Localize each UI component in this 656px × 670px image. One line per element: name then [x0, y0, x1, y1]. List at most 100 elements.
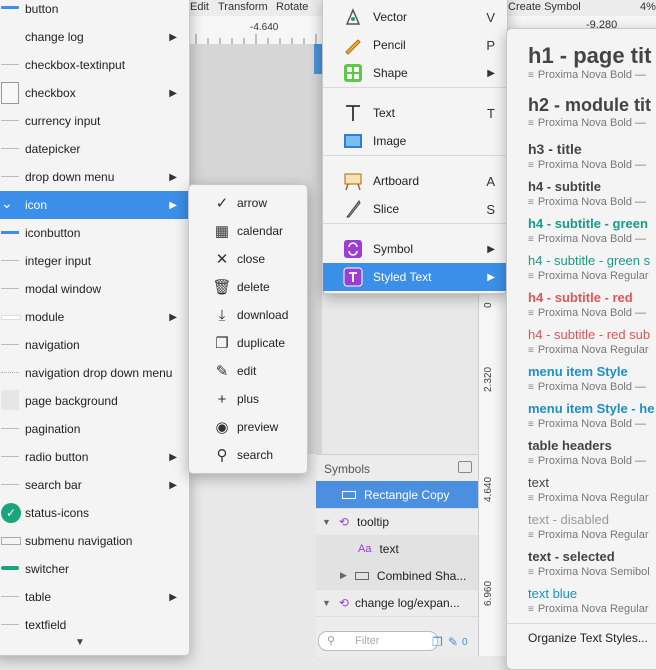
- icon-item-delete[interactable]: 🗑 delete: [189, 273, 307, 301]
- menu-item-label: download: [237, 308, 289, 322]
- edit-label[interactable]: Edit: [190, 1, 209, 13]
- copy-icon[interactable]: ❐: [432, 635, 443, 649]
- create-symbol-label[interactable]: Create Symbol: [508, 1, 581, 13]
- shortcut-key: ▶: [487, 271, 495, 283]
- text-style-item[interactable]: text blue ≡ Proxima Nova Regular: [507, 586, 656, 619]
- menu-item-status-icons[interactable]: ✓ status-icons: [0, 499, 189, 527]
- insert-item-text[interactable]: Text T: [323, 99, 507, 127]
- menu-item-checkbox[interactable]: checkbox ▶: [0, 79, 189, 107]
- menu-item-iconbutton[interactable]: iconbutton: [0, 219, 189, 247]
- styled-text-icon: [343, 267, 365, 287]
- text-style-item[interactable]: text - disabled ≡ Proxima Nova Regular: [507, 512, 656, 545]
- text-style-item[interactable]: h4 - subtitle ≡ Proxima Nova Bold —: [507, 179, 656, 212]
- align-left-icon: ≡: [528, 530, 534, 541]
- insert-item-artboard[interactable]: Artboard A: [323, 167, 507, 195]
- icon-item-calendar[interactable]: ▦ calendar: [189, 217, 307, 245]
- scroll-down-icon[interactable]: ▼: [75, 637, 85, 648]
- menu-item-label: textfield: [25, 618, 67, 632]
- insert-item-styled-text[interactable]: Styled Text ▶: [323, 263, 507, 291]
- text-style-item[interactable]: h4 - subtitle - green ≡ Proxima Nova Bold …: [507, 216, 656, 249]
- icon-item-duplicate[interactable]: ❐ duplicate: [189, 329, 307, 357]
- text-style-item[interactable]: h2 - module tit ≡ Proxima Nova Bold —: [507, 95, 656, 133]
- component-thumbnail: [1, 596, 19, 597]
- text-style-name: text - selected: [528, 549, 615, 564]
- transform-label[interactable]: Transform: [218, 1, 268, 13]
- text-style-item[interactable]: h4 - subtitle - red sub ≡ Proxima Nova Reg…: [507, 327, 656, 360]
- filter-field[interactable]: ⚲ Filter: [318, 631, 438, 651]
- text-style-item[interactable]: text - selected ≡ Proxima Nova Semibol: [507, 549, 656, 582]
- symbol-row[interactable]: Aa text: [316, 535, 478, 563]
- text-style-item[interactable]: menu item Style ≡ Proxima Nova Bold —: [507, 364, 656, 397]
- symbol-row[interactable]: ▼ ⟲ tooltip: [316, 508, 478, 536]
- text-style-item[interactable]: text ≡ Proxima Nova Regular: [507, 475, 656, 508]
- symbol-row-selected[interactable]: Rectangle Copy: [316, 481, 478, 509]
- text-style-item[interactable]: menu item Style - he ≡ Proxima Nova Bold —: [507, 401, 656, 434]
- icon-item-close[interactable]: ✕ close: [189, 245, 307, 273]
- organize-text-styles[interactable]: Organize Text Styles...: [528, 631, 648, 645]
- insert-item-vector[interactable]: Vector V: [323, 3, 507, 31]
- menu-item-label: pagination: [25, 422, 81, 436]
- text-style-meta: ≡ Proxima Nova Bold —: [528, 69, 646, 81]
- pencil-icon[interactable]: ✎: [448, 635, 458, 649]
- symbol-row[interactable]: ▼ ⟲ change log/expan...: [316, 589, 478, 617]
- menu-item-textfield[interactable]: textfield: [0, 611, 189, 639]
- menu-item-checkbox-textinput[interactable]: checkbox-textinput: [0, 51, 189, 79]
- filter-count: 0: [462, 637, 468, 648]
- insert-item-slice[interactable]: Slice S: [323, 195, 507, 223]
- text-style-item[interactable]: h3 - title ≡ Proxima Nova Bold —: [507, 141, 656, 175]
- icon-item-arrow[interactable]: ✓ arrow: [189, 189, 307, 217]
- text-style-item[interactable]: h1 - page tit ≡ Proxima Nova Bold —: [507, 43, 656, 85]
- component-thumbnail: [1, 64, 19, 65]
- menu-item-navigation[interactable]: navigation: [0, 331, 189, 359]
- component-thumbnail: [1, 372, 19, 374]
- insert-item-pencil[interactable]: Pencil P: [323, 31, 507, 59]
- collapse-icon[interactable]: [458, 461, 472, 473]
- disclosure-icon[interactable]: ▶: [340, 570, 347, 581]
- menu-item-navigation-drop-down-menu[interactable]: navigation drop down menu: [0, 359, 189, 387]
- menu-item-switcher[interactable]: switcher: [0, 555, 189, 583]
- text-style-item[interactable]: h4 - subtitle - green s ≡ Proxima Nova Reg…: [507, 253, 656, 286]
- menu-item-submenu-navigation[interactable]: submenu navigation: [0, 527, 189, 555]
- menu-item-label: drop down menu: [25, 170, 115, 184]
- status-check-icon: ✓: [1, 503, 21, 523]
- menu-separator: [323, 223, 507, 224]
- text-style-item[interactable]: h4 - subtitle - red ≡ Proxima Nova Bold —: [507, 290, 656, 323]
- menu-item-drop-down-menu[interactable]: drop down menu ▶: [0, 163, 189, 191]
- text-style-item[interactable]: table headers ≡ Proxima Nova Bold —: [507, 438, 656, 471]
- menu-item-search-bar[interactable]: search bar ▶: [0, 471, 189, 499]
- menu-item-page-background[interactable]: page background: [0, 387, 189, 415]
- menu-item-label: close: [237, 252, 266, 266]
- insert-item-symbol[interactable]: Symbol ▶: [323, 235, 507, 263]
- icon-item-preview[interactable]: ◉ preview: [189, 413, 307, 441]
- rotate-label[interactable]: Rotate: [276, 1, 308, 13]
- symbol-row[interactable]: ▶ Combined Sha...: [316, 562, 478, 590]
- icon-item-download[interactable]: ⤓ download: [189, 301, 307, 329]
- component-thumbnail: [1, 82, 19, 104]
- zoom-label[interactable]: 4%: [640, 1, 656, 13]
- vector-pen-icon: [343, 7, 365, 27]
- component-thumbnail: [1, 176, 19, 177]
- disclosure-icon[interactable]: ▼: [322, 598, 331, 608]
- component-menu: button change log ▶ checkbox-textinput check…: [0, 0, 190, 656]
- menu-item-change-log[interactable]: change log ▶: [0, 23, 189, 51]
- menu-item-modal-window[interactable]: modal window: [0, 275, 189, 303]
- disclosure-icon[interactable]: ▼: [322, 517, 331, 527]
- insert-item-shape[interactable]: Shape ▶: [323, 59, 507, 87]
- menu-item-table[interactable]: table ▶: [0, 583, 189, 611]
- insert-item-image[interactable]: Image: [323, 127, 507, 155]
- icon-item-search[interactable]: ⚲ search: [189, 441, 307, 469]
- menu-item-currency-input[interactable]: currency input: [0, 107, 189, 135]
- menu-item-module[interactable]: module ▶: [0, 303, 189, 331]
- icon-item-plus[interactable]: + plus: [189, 385, 307, 413]
- text-tool-icon: [343, 103, 365, 123]
- menu-item-datepicker[interactable]: datepicker: [0, 135, 189, 163]
- menu-item-button[interactable]: button: [0, 0, 189, 23]
- menu-item-pagination[interactable]: pagination: [0, 415, 189, 443]
- menu-item-radio-button[interactable]: radio button ▶: [0, 443, 189, 471]
- text-style-meta: ≡ Proxima Nova Regular: [528, 603, 649, 615]
- menu-item-icon[interactable]: ⌄ icon ▶: [0, 191, 189, 219]
- text-style-name: text: [528, 475, 549, 490]
- menu-item-integer-input[interactable]: integer input: [0, 247, 189, 275]
- menu-item-label: change log: [25, 30, 84, 44]
- icon-item-edit[interactable]: ✎ edit: [189, 357, 307, 385]
